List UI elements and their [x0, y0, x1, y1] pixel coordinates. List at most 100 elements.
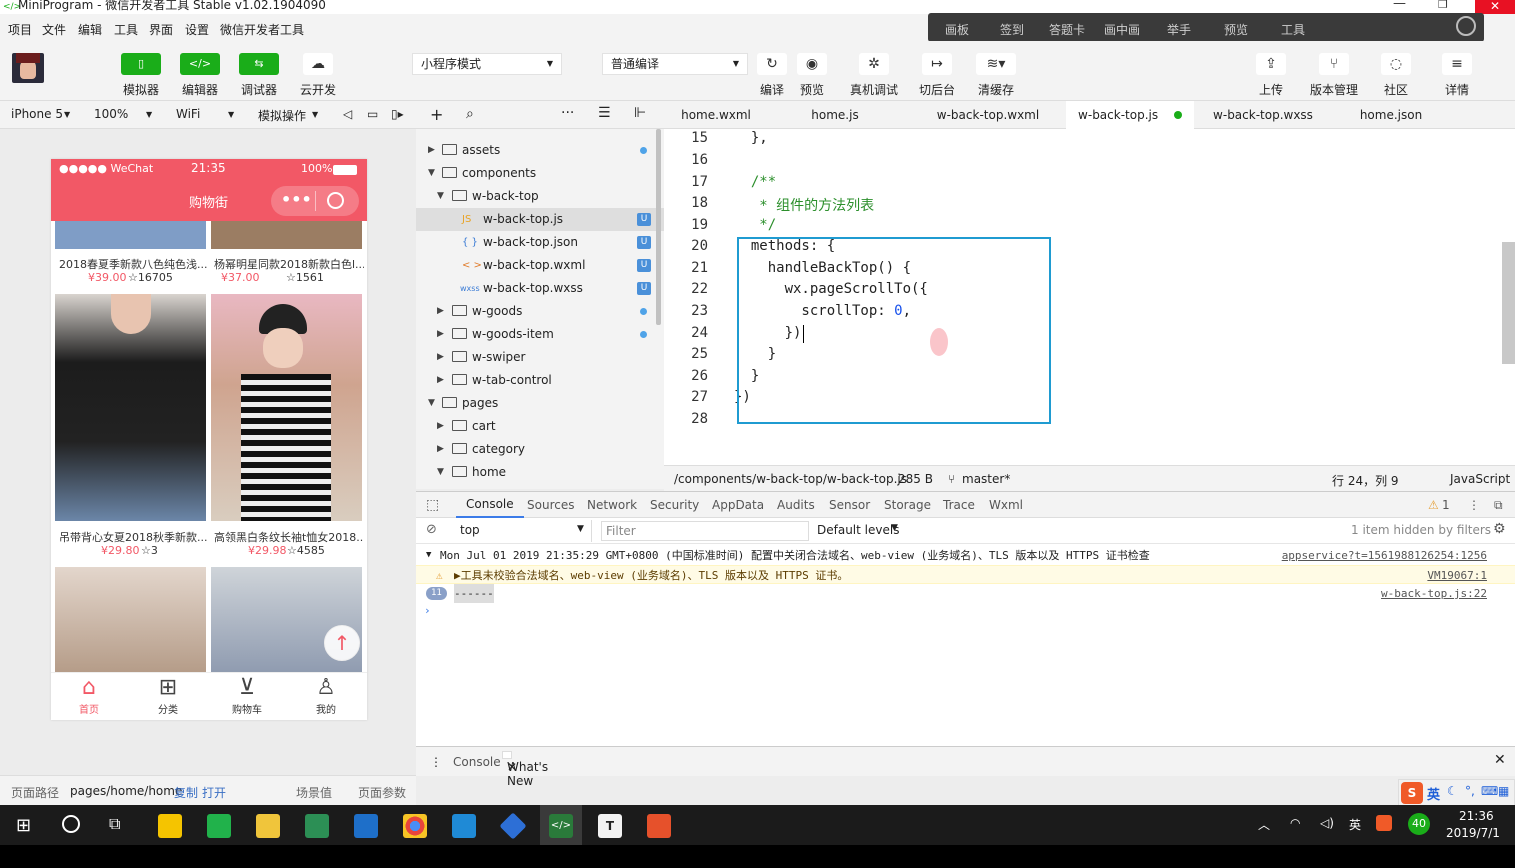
tab-audits[interactable]: Audits [777, 498, 815, 512]
device-select[interactable]: iPhone 5 [11, 107, 63, 121]
compile-icon[interactable]: ↻ [757, 53, 787, 75]
power-icon[interactable] [1456, 16, 1476, 36]
tray-chevron-icon[interactable]: ︿ [1258, 816, 1270, 833]
product-image[interactable] [55, 221, 206, 249]
detach-icon[interactable]: ▯▸ [391, 107, 404, 121]
params-label[interactable]: 页面参数 [358, 784, 406, 801]
network-select[interactable]: WiFi [176, 107, 200, 121]
ime-lang[interactable]: 英 [1427, 784, 1440, 803]
rotate-icon[interactable]: ▭ [367, 107, 378, 121]
zoom-select[interactable]: 100% [94, 107, 128, 121]
clear-cache-label[interactable]: 清缓存 [971, 81, 1021, 98]
product-title[interactable]: 吊带背心女夏2018秋季新款... [59, 529, 209, 545]
tray-time[interactable]: 21:36 [1459, 809, 1494, 823]
menu-devtools[interactable]: 微信开发者工具 [220, 21, 304, 38]
app-blue-icon[interactable] [499, 812, 527, 840]
upload-icon[interactable]: ⇪ [1256, 53, 1286, 75]
product-image[interactable] [55, 294, 206, 521]
menu-edit[interactable]: 编辑 [78, 21, 102, 38]
wechat-devtools-icon[interactable]: </> [549, 814, 573, 838]
product-title[interactable]: 杨幂明星同款2018新款白色l... [214, 256, 364, 272]
tree-file-wxml[interactable]: < > w-back-top.wxml U [416, 254, 664, 277]
chevron-down-icon[interactable]: ▼ [426, 546, 431, 565]
tray-ime[interactable]: 英 [1349, 816, 1361, 833]
close-icon[interactable]: ✕ [1475, 0, 1515, 14]
drawer-tab-console[interactable]: Console [453, 755, 501, 769]
tree-folder-cart[interactable]: ▶ cart [424, 415, 664, 438]
tab-sensor[interactable]: Sensor [829, 498, 870, 512]
tab-wxml[interactable]: Wxml [989, 498, 1023, 512]
product-image[interactable] [211, 221, 362, 249]
tab-w-back-top-js[interactable]: w-back-top.js [1066, 101, 1194, 130]
remote-debug-icon[interactable]: ✲ [859, 53, 889, 75]
product-title[interactable]: 高领黑白条纹长袖t恤女2018... [214, 529, 364, 545]
overlay-answer-card[interactable]: 答题卡 [1049, 21, 1085, 38]
language-mode[interactable]: JavaScript [1450, 472, 1510, 486]
overlay-raise-hand[interactable]: 举手 [1167, 21, 1191, 38]
product-image[interactable] [55, 567, 206, 673]
tree-folder-w-swiper[interactable]: ▶ w-swiper [424, 346, 664, 369]
search-icon[interactable]: ⌕ [466, 106, 474, 122]
grid-icon[interactable]: ▦ [1498, 784, 1509, 798]
menu-project[interactable]: 项目 [8, 21, 32, 38]
wifi-icon[interactable]: ◠ [1290, 816, 1300, 830]
split-icon[interactable]: ⊩ [634, 105, 646, 121]
background-icon[interactable]: ↦ [922, 53, 952, 75]
settings-gear-icon[interactable]: ⚙ [1493, 521, 1506, 537]
overlay-tools[interactable]: 工具 [1281, 21, 1305, 38]
tree-folder-w-tab-control[interactable]: ▶ w-tab-control [424, 369, 664, 392]
task-view-icon[interactable]: ⧉ [109, 814, 120, 834]
menu-view[interactable]: 界面 [149, 21, 173, 38]
upload-label[interactable]: 上传 [1246, 81, 1296, 98]
tab-w-back-top-wxml[interactable]: w-back-top.wxml [926, 101, 1050, 129]
cloud-icon[interactable]: ☁ [303, 53, 333, 75]
volume-icon[interactable]: ◁ [343, 107, 352, 121]
volume-icon[interactable]: ◁) [1320, 816, 1334, 830]
tree-folder-w-back-top[interactable]: ▼ w-back-top [424, 185, 664, 208]
tab-cart[interactable]: ⊻ 购物车 [217, 675, 277, 716]
punct-icon[interactable]: °, [1465, 784, 1475, 798]
log-source-link[interactable]: VM19067:1 [1427, 566, 1487, 585]
undock-icon[interactable]: ⧉ [1494, 498, 1503, 513]
cursor-position[interactable]: 行 24，列 9 [1332, 472, 1399, 489]
preview-eye-icon[interactable]: ◉ [797, 53, 827, 75]
sogou-tray-icon[interactable] [1376, 815, 1392, 831]
editor-scrollbar[interactable] [1502, 242, 1515, 364]
tray-date[interactable]: 2019/7/1 [1446, 826, 1500, 840]
windows-start-icon[interactable]: ⊞ [16, 815, 31, 836]
tab-home-wxml[interactable]: home.wxml [664, 101, 768, 129]
app-orange-icon[interactable] [647, 814, 671, 838]
tab-sources[interactable]: Sources [527, 498, 574, 512]
close-drawer-icon[interactable]: ✕ [1494, 752, 1506, 768]
simulator-label[interactable]: 模拟器 [116, 81, 166, 98]
operation-select[interactable]: 模拟操作 [258, 107, 306, 124]
menu-file[interactable]: 文件 [42, 21, 66, 38]
tree-folder-pages[interactable]: ▼ pages [424, 392, 664, 415]
details-label[interactable]: 详情 [1432, 81, 1482, 98]
remote-debug-label[interactable]: 真机调试 [849, 81, 899, 98]
overlay-preview[interactable]: 预览 [1224, 21, 1248, 38]
webstorm-icon[interactable] [354, 814, 378, 838]
tab-w-back-top-wxss[interactable]: w-back-top.wxss [1204, 101, 1322, 129]
tree-folder-assets[interactable]: ▶ assets [424, 139, 664, 162]
tab-home-json[interactable]: home.json [1344, 101, 1438, 129]
file-tree-scrollbar[interactable] [656, 129, 661, 325]
tree-folder-home[interactable]: ▼ home [424, 461, 664, 484]
tab-network[interactable]: Network [587, 498, 637, 512]
chrome-icon[interactable] [403, 814, 427, 838]
preview-label[interactable]: 预览 [787, 81, 837, 98]
product-image[interactable] [211, 294, 362, 521]
restore-icon[interactable]: ❐ [1438, 0, 1448, 11]
vscode-icon[interactable] [452, 814, 476, 838]
console-prompt[interactable]: › [424, 604, 431, 617]
tree-folder-components[interactable]: ▼ components [424, 162, 664, 185]
capsule-menu[interactable]: ••• [271, 186, 359, 216]
close-mini-icon[interactable] [327, 192, 344, 209]
keyboard-icon[interactable]: ⌨ [1481, 784, 1498, 798]
compile-mode-select[interactable]: 普通编译 ▼ [602, 53, 748, 75]
overlay-pip[interactable]: 画中画 [1104, 21, 1140, 38]
product-title[interactable]: 2018春夏季新款八色纯色浅... [59, 256, 209, 272]
more-icon[interactable]: ··· [561, 105, 574, 121]
more-icon[interactable]: ••• [281, 190, 312, 209]
close-icon[interactable]: ✕ [507, 760, 517, 774]
